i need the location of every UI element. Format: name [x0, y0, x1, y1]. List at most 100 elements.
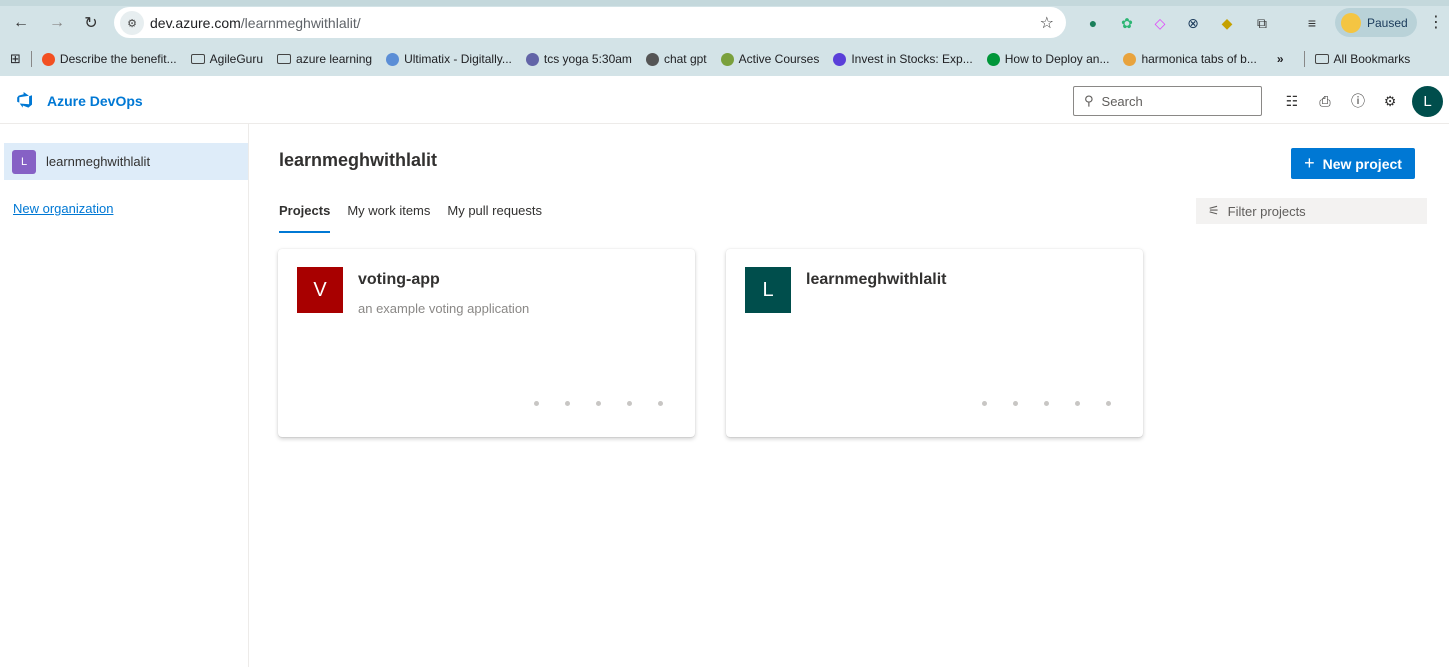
help-icon[interactable]: ⓘ [1349, 92, 1367, 110]
courses-icon [720, 52, 734, 66]
bookmark-item[interactable]: Ultimatix - Digitally... [386, 52, 512, 66]
project-avatar: L [745, 267, 791, 313]
bookmark-label: azure learning [296, 52, 373, 66]
bookmark-item[interactable]: Describe the benefit... [41, 52, 177, 66]
marketplace-bag-icon[interactable]: ⎙ [1316, 92, 1334, 110]
work-items-icon[interactable]: ☷ [1283, 92, 1301, 110]
devops-header: Azure DevOps ⚲ Search ☷ ⎙ ⓘ ⚙ L [0, 76, 1449, 124]
folder-icon [277, 54, 292, 64]
bookmark-item[interactable]: Invest in Stocks: Exp... [833, 52, 973, 66]
project-stats-placeholder [982, 401, 1111, 406]
ultimatix-icon [386, 52, 400, 66]
extension-pink-icon[interactable]: ◇ [1150, 13, 1170, 33]
loading-dot [596, 401, 601, 406]
browser-menu-icon[interactable]: ⋮ [1428, 12, 1444, 32]
loading-dot [565, 401, 570, 406]
azure-devops-logo-icon[interactable] [14, 92, 32, 108]
profile-paused-button[interactable]: Paused [1335, 8, 1417, 37]
bookmark-label: tcs yoga 5:30am [543, 52, 632, 66]
filter-icon: ⚟ [1208, 203, 1220, 218]
loading-dot [982, 401, 987, 406]
apps-grid-icon[interactable]: ⊞ [10, 51, 21, 67]
tab-bar: Projects My work items My pull requests [279, 203, 542, 233]
sidebar-item-organization[interactable]: L learnmeghwithlalit [4, 143, 248, 180]
bookmark-label: Describe the benefit... [59, 52, 177, 66]
extensions-puzzle-icon[interactable]: ⧉ [1252, 13, 1272, 33]
tab-my-work-items[interactable]: My work items [347, 203, 430, 233]
back-icon[interactable]: ← [10, 12, 32, 34]
project-description: an example voting application [358, 301, 530, 316]
bookmark-label: Active Courses [738, 52, 820, 66]
loading-dot [1044, 401, 1049, 406]
tab-strip [0, 0, 1449, 6]
loading-dot [1106, 401, 1111, 406]
profile-status-label: Paused [1367, 15, 1408, 30]
browser-chrome: ← → ↻ ⚙ dev.azure.com/learnmeghwithlalit… [0, 0, 1449, 76]
project-name[interactable]: voting-app [358, 271, 440, 289]
bookmark-item[interactable]: chat gpt [645, 52, 707, 66]
search-placeholder: Search [1101, 93, 1143, 109]
bookmark-label: chat gpt [663, 52, 707, 66]
bookmarks-divider [1303, 51, 1305, 67]
bookmark-label: AgileGuru [209, 52, 264, 66]
bookmark-item[interactable]: Active Courses [720, 52, 820, 66]
org-avatar: L [12, 149, 36, 174]
bookmarks-divider [30, 51, 32, 67]
harmonica-icon [1123, 52, 1137, 66]
bookmark-star-icon[interactable]: ☆ [1040, 13, 1054, 33]
project-card[interactable]: L learnmeghwithlalit [726, 249, 1143, 437]
address-bar[interactable]: ⚙ dev.azure.com/learnmeghwithlalit/ ☆ [114, 7, 1066, 38]
site-info-icon[interactable]: ⚙ [120, 11, 144, 35]
bookmark-label: How to Deploy an... [1004, 52, 1110, 66]
folder-icon [190, 54, 205, 64]
filter-projects-input[interactable]: ⚟ Filter projects [1196, 198, 1427, 224]
bookmark-label: harmonica tabs of b... [1141, 52, 1257, 66]
user-avatar[interactable]: L [1412, 86, 1443, 117]
url-text[interactable]: dev.azure.com/learnmeghwithlalit/ [150, 15, 361, 31]
search-icon: ⚲ [1084, 93, 1094, 108]
extension-yellow-icon[interactable]: ◆ [1217, 13, 1237, 33]
extension-compass-icon[interactable]: ⊗ [1183, 13, 1203, 33]
org-name-label: learnmeghwithlalit [46, 154, 151, 169]
loading-dot [1075, 401, 1080, 406]
reload-icon[interactable]: ↻ [80, 12, 102, 34]
teams-icon [525, 52, 539, 66]
project-stats-placeholder [534, 401, 663, 406]
all-bookmarks-button[interactable]: All Bookmarks [1314, 52, 1411, 66]
loading-dot [534, 401, 539, 406]
stocks-icon [833, 52, 847, 66]
new-project-button[interactable]: + New project [1291, 148, 1415, 179]
microsoft-icon [41, 52, 55, 66]
reading-list-icon[interactable]: ≡ [1302, 13, 1322, 33]
all-bookmarks-label: All Bookmarks [1333, 52, 1411, 66]
more-bookmarks-icon[interactable]: » [1277, 52, 1284, 66]
bookmarks-bar: ⊞ Describe the benefit... AgileGuru azure … [0, 46, 1449, 72]
bookmark-item[interactable]: How to Deploy an... [986, 52, 1110, 66]
org-sidebar: L learnmeghwithlalit New organization [0, 124, 249, 667]
forward-icon[interactable]: → [46, 12, 68, 34]
folder-icon [1314, 54, 1329, 64]
user-settings-icon[interactable]: ⚙ [1381, 92, 1399, 110]
tab-projects[interactable]: Projects [279, 203, 331, 233]
new-organization-link[interactable]: New organization [13, 201, 113, 216]
filter-placeholder: Filter projects [1227, 203, 1306, 219]
extension-puzzle-green-icon[interactable]: ✿ [1117, 13, 1137, 33]
bookmark-list: Describe the benefit... AgileGuru azure le… [41, 52, 1271, 66]
project-card[interactable]: V voting-app an example voting applicati… [278, 249, 695, 437]
chatgpt-icon [645, 52, 659, 66]
project-name[interactable]: learnmeghwithlalit [806, 271, 946, 289]
bookmark-item[interactable]: AgileGuru [190, 52, 264, 66]
plus-icon: + [1304, 153, 1315, 173]
new-project-label: New project [1322, 155, 1402, 172]
tab-my-pull-requests[interactable]: My pull requests [447, 203, 542, 233]
brand-title[interactable]: Azure DevOps [47, 93, 143, 109]
nginx-icon [986, 52, 1000, 66]
bookmark-label: Invest in Stocks: Exp... [851, 52, 973, 66]
bookmark-item[interactable]: harmonica tabs of b... [1123, 52, 1257, 66]
page-title: learnmeghwithlalit [279, 150, 438, 170]
loading-dot [658, 401, 663, 406]
grammarly-icon[interactable]: ● [1083, 13, 1103, 33]
search-input[interactable]: ⚲ Search [1073, 86, 1262, 116]
bookmark-item[interactable]: azure learning [277, 52, 372, 66]
bookmark-item[interactable]: tcs yoga 5:30am [525, 52, 632, 66]
